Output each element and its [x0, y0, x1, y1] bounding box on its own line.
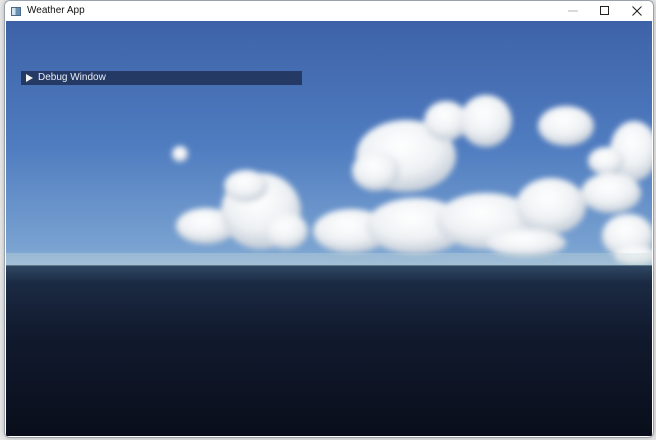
close-button[interactable] [621, 1, 653, 21]
debug-window-header[interactable]: Debug Window [21, 71, 302, 85]
title-bar[interactable]: Weather App [5, 1, 653, 21]
expand-arrow-icon[interactable] [26, 74, 33, 82]
close-icon [632, 6, 642, 16]
window-controls [557, 1, 653, 21]
maximize-icon [600, 6, 609, 15]
app-window-icon [11, 6, 21, 16]
debug-window-label: Debug Window [38, 72, 106, 83]
maximize-button[interactable] [589, 1, 621, 21]
render-viewport[interactable]: Debug Window [6, 21, 652, 436]
window-title: Weather App [27, 5, 85, 16]
ground-plane [6, 265, 652, 436]
minimize-button[interactable] [557, 1, 589, 21]
minimize-icon [568, 10, 578, 12]
app-window: Weather App Debug Window [4, 0, 654, 438]
